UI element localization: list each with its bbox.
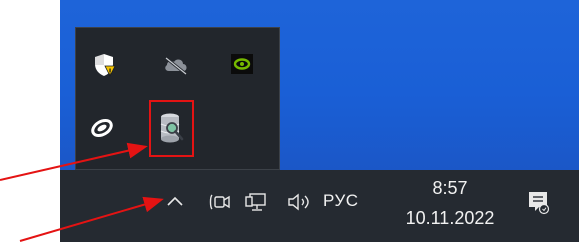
- security-warning-icon[interactable]: [86, 47, 122, 83]
- clock-widget[interactable]: 8:57 10.11.2022: [391, 172, 509, 230]
- language-indicator[interactable]: РУС: [323, 191, 359, 211]
- notifications-icon[interactable]: [524, 188, 552, 216]
- clock-date: 10.11.2022: [405, 208, 495, 228]
- nvidia-icon[interactable]: [224, 46, 260, 82]
- network-icon[interactable]: [242, 189, 270, 215]
- meet-now-icon[interactable]: [207, 189, 233, 215]
- onedrive-offline-icon[interactable]: [158, 47, 194, 83]
- clock-time: 8:57: [432, 178, 468, 198]
- screenshot-stage: РУС 8:57 10.11.2022: [0, 0, 579, 242]
- app-ring-icon[interactable]: [84, 110, 120, 146]
- chevron-up-icon[interactable]: [164, 190, 186, 212]
- volume-icon[interactable]: [285, 189, 315, 215]
- annotation-highlight-box: [149, 100, 194, 157]
